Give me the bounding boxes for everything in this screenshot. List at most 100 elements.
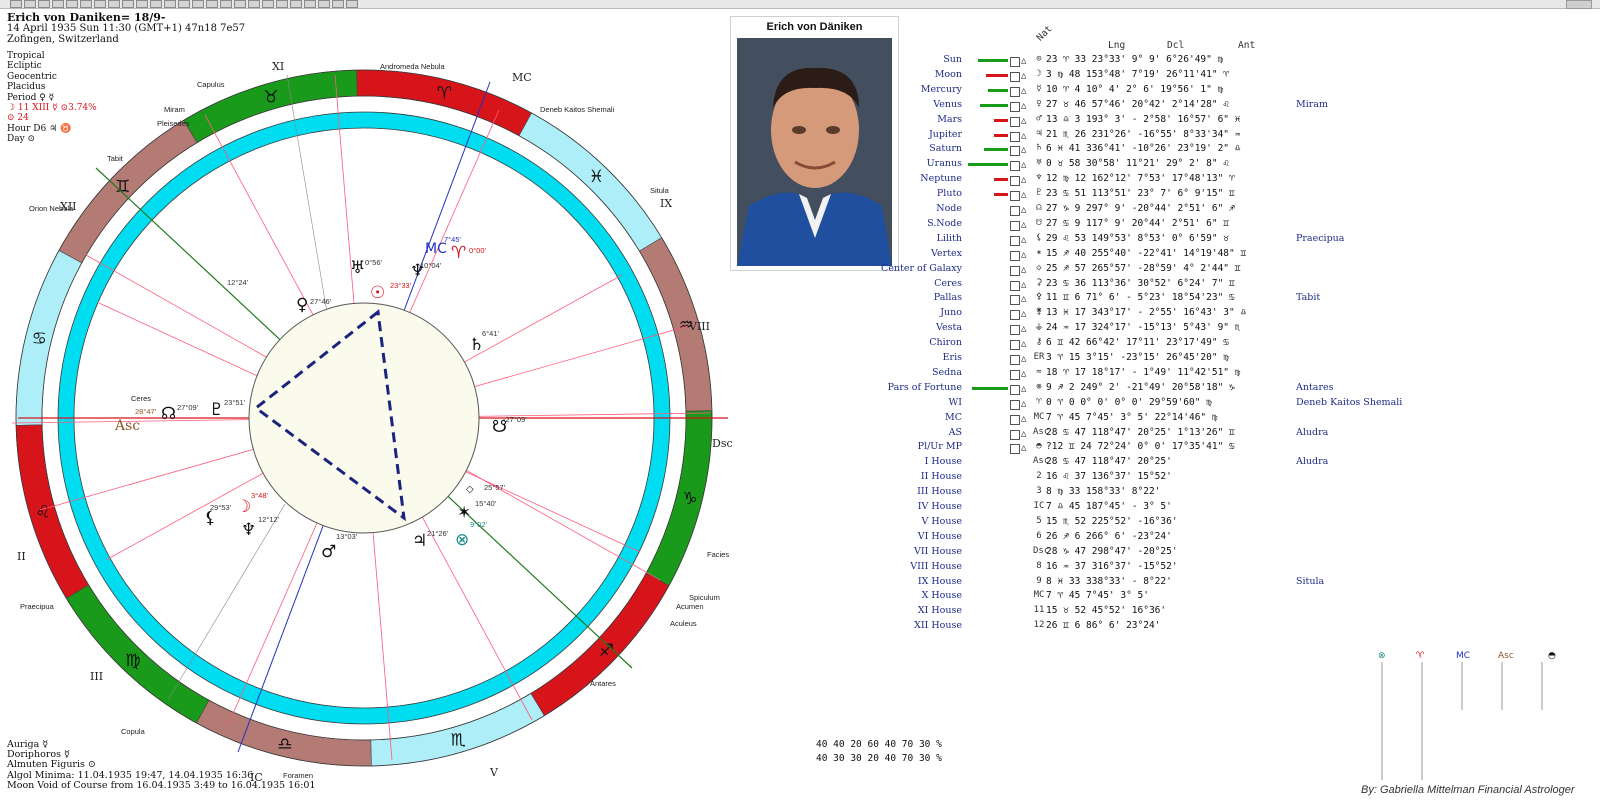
row-checkbox[interactable] [1010,191,1020,202]
row-symbol: ⚵ [1035,307,1043,318]
row-values: 0 ♉ 58 30°58' 11°21' 29° 2' 8" ♌ [1046,158,1230,170]
star-label: Pleisedes [157,119,190,128]
row-checkbox[interactable] [1010,250,1020,261]
row-checkbox[interactable] [1010,429,1020,440]
row-checkbox[interactable] [1010,206,1020,216]
row-star: Situla [1296,575,1325,587]
row-label: X House [921,590,962,602]
row-checkbox[interactable] [1010,86,1020,97]
table-row[interactable]: I House Asc 28 ♋ 47 118°47' 20°25' Aludra [870,456,1430,471]
table-row[interactable]: Pars of Fortune △ ⊗ 9 ♐ 2 249° 2' -21°49' … [870,382,1430,397]
row-checkbox[interactable] [1010,369,1020,380]
row-checkbox[interactable] [1010,176,1020,187]
table-row[interactable]: Pl/Ur MP △ ◓ ?12 ♊ 24 72°24' 0° 0' 17°35'41… [870,441,1430,456]
row-checkbox[interactable] [1010,399,1020,410]
row-symbol: ⚸ [1035,232,1043,243]
row-symbol: ⚳ [1035,277,1043,288]
row-values: 23 ♋ 36 113°36' 30°52' 6°24' 7" ♊ [1046,277,1235,289]
table-row[interactable]: Venus △ ♀ 27 ♉ 46 57°46' 20°42' 2°14'28" ♌ M… [870,99,1430,114]
row-checkbox[interactable] [1010,71,1020,82]
triplicity-icon: △ [1021,70,1027,81]
row-checkbox[interactable] [1010,295,1020,306]
table-row[interactable]: Center of Galaxy △ ◇ 25 ♐ 57 265°57' -28°59… [870,263,1430,278]
row-label: XI House [917,605,962,617]
table-row[interactable]: MC △ MC 7 ♈ 45 7°45' 3° 5' 22°14'46" ♍ [870,412,1430,427]
svg-text:⊗: ⊗ [1378,651,1386,661]
row-checkbox[interactable] [1010,325,1020,336]
moon-icon: ☽ [236,497,251,517]
close-button[interactable] [1566,0,1592,9]
table-row[interactable]: Vertex △ ✶ 15 ♐ 40 255°40' -22°41' 14°19'48… [870,248,1430,263]
table-row[interactable]: Pallas △ ⚴ 11 ♊ 6 71° 6' - 5°23' 18°54'23" … [870,292,1430,307]
row-label: Pl/Ur MP [917,441,962,453]
svg-text:6°41': 6°41' [482,329,500,338]
row-label: Venus [933,98,962,110]
table-row[interactable]: Neptune △ ♆ 12 ♍ 12 162°12' 7°53' 17°48'13"… [870,173,1430,188]
row-checkbox[interactable] [1010,220,1020,231]
table-row[interactable]: VII House Dsc 28 ♑ 47 298°47' -20°25' [870,546,1430,561]
row-checkbox[interactable] [1010,265,1020,276]
zodiac-sign-icon: ♌ [35,503,50,523]
row-checkbox[interactable] [1010,340,1020,351]
row-checkbox[interactable] [1010,146,1020,157]
row-checkbox[interactable] [1010,414,1020,425]
table-row[interactable]: Chiron △ ⚷ 6 ♊ 42 66°42' 17°11' 23°17'49" … [870,337,1430,352]
table-row[interactable]: Sun △ ⊙ 23 ♈ 33 23°33' 9° 9' 6°26'49" ♍ [870,54,1430,69]
table-row[interactable]: XI House 11 15 ♉ 52 45°52' 16°36' [870,605,1430,620]
row-symbol: ♆ [1036,173,1042,184]
row-checkbox[interactable] [1010,235,1020,246]
table-row[interactable]: Lilith △ ⚸ 29 ♌ 53 149°53' 8°53' 0° 6'59" ♉… [870,233,1430,248]
table-row[interactable]: AS △ Asc 28 ♋ 47 118°47' 20°25' 1°13'26" ♊ A… [870,427,1430,442]
row-checkbox[interactable] [1010,116,1020,127]
row-checkbox[interactable] [1010,131,1020,142]
row-values: 15 ♐ 40 255°40' -22°41' 14°19'48" ♊ [1046,247,1247,259]
table-row[interactable]: VIII House 8 16 ♒ 37 316°37' -15°52' [870,561,1430,576]
table-row[interactable]: S.Node △ ☋ 27 ♋ 9 117° 9' 20°44' 2°51' 6" ♊ [870,218,1430,233]
header-dcl: Dcl [1167,40,1185,51]
table-row[interactable]: Saturn △ ♄ 6 ♓ 41 336°41' -10°26' 23°19' 2… [870,143,1430,158]
table-row[interactable]: Vesta △ ⚶ 24 ♒ 17 324°17' -15°13' 5°43' 9" … [870,322,1430,337]
table-row[interactable]: III House 3 8 ♍ 33 158°33' 8°22' [870,486,1430,501]
table-row[interactable]: X House MC 7 ♈ 45 7°45' 3° 5' [870,590,1430,605]
row-checkbox[interactable] [1010,101,1020,112]
row-label: Vesta [936,322,962,334]
chart-footer: Auriga ☿ Doriphoros ☿ Almuten Figuris ⊙ … [7,739,316,791]
row-checkbox[interactable] [1010,57,1020,67]
row-checkbox[interactable] [1010,384,1020,395]
table-row[interactable]: Ceres △ ⚳ 23 ♋ 36 113°36' 30°52' 6°24' 7" ♊ [870,278,1430,293]
row-checkbox[interactable] [1010,355,1020,365]
row-values: 27 ♑ 9 297° 9' -20°44' 2°51' 6" ♐ [1046,203,1235,214]
table-row[interactable]: Moon △ ☽ 3 ♍ 48 153°48' 7°19' 26°11'41" ♈ [870,69,1430,84]
table-row[interactable]: VI House 6 26 ♐ 6 266° 6' -23°24' [870,531,1430,546]
table-row[interactable]: Pluto △ ♇ 23 ♋ 51 113°51' 23° 7' 6° 9'15" ♊ [870,188,1430,203]
table-row[interactable]: Eris △ ER 3 ♈ 15 3°15' -23°15' 26°45'20" ♍ [870,352,1430,367]
row-symbol: 12 [1033,620,1045,631]
row-checkbox[interactable] [1010,161,1020,172]
table-row[interactable]: IV House IC 7 ♎ 45 187°45' - 3° 5' [870,501,1430,516]
row-checkbox[interactable] [1010,444,1020,455]
table-row[interactable]: Node △ ☊ 27 ♑ 9 297° 9' -20°44' 2°51' 6" ♐ [870,203,1430,218]
table-row[interactable]: Uranus △ ♅ 0 ♉ 58 30°58' 11°21' 29° 2' 8" … [870,158,1430,173]
table-row[interactable]: XII House 12 26 ♊ 6 86° 6' 23°24' [870,620,1430,635]
table-row[interactable]: Jupiter △ ♃ 21 ♏ 26 231°26' -16°55' 8°33'34… [870,129,1430,144]
row-symbol: Asc [1033,426,1050,437]
element-stats: 40 40 20 60 40 70 30 % 40 30 30 20 40 70… [816,738,942,766]
row-symbol: MC [1033,411,1045,422]
row-values: 26 ♊ 6 86° 6' 23°24' [1046,620,1161,632]
row-checkbox[interactable] [1010,280,1020,291]
table-row[interactable]: WI △ ♈ 0 ♈ 0 0° 0' 0° 0' 29°59'60" ♍ Deneb … [870,397,1430,412]
table-row[interactable]: Mars △ ♂ 13 ♎ 3 193° 3' - 2°58' 16°57' 6" ♓ [870,114,1430,129]
row-symbol: ☽ [1036,68,1042,79]
row-label: Uranus [926,158,962,170]
neptune-icon: ♆ [241,520,256,540]
row-symbol: ♈ [1036,396,1042,407]
table-row[interactable]: Juno △ ⚵ 13 ♓ 17 343°17' - 2°55' 16°43' 3" … [870,307,1430,322]
table-row[interactable]: V House 5 15 ♏ 52 225°52' -16°36' [870,516,1430,531]
table-row[interactable]: IX House 9 8 ♓ 33 338°33' - 8°22' Situla [870,576,1430,591]
row-label: XII House [914,620,962,632]
row-checkbox[interactable] [1010,310,1020,321]
table-row[interactable]: Sedna △ ≈18 ♈ 17 18°17' - 1°49' 11°42'51" … [870,367,1430,382]
table-row[interactable]: II House 2 16 ♌ 37 136°37' 15°52' [870,471,1430,486]
strength-bar [994,178,1008,182]
table-row[interactable]: Mercury △ ☿ 10 ♈ 4 10° 4' 2° 6' 19°56' 1" ♍ [870,84,1430,99]
